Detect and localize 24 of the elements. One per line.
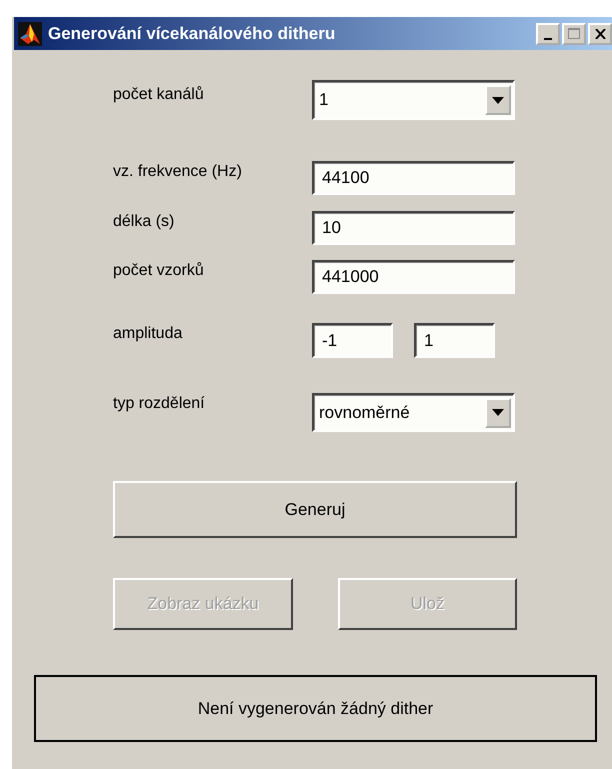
minimize-icon xyxy=(544,38,552,40)
field-label: amplituda xyxy=(113,324,184,343)
app-logo-icon xyxy=(18,22,42,46)
dropdown[interactable]: 1 xyxy=(312,80,515,120)
input-field[interactable]: 1 xyxy=(414,323,495,358)
dropdown-arrow-icon xyxy=(492,409,504,416)
input-field[interactable]: 441000 xyxy=(312,260,515,294)
input-field[interactable]: -1 xyxy=(312,323,393,358)
field-label: počet vzorků xyxy=(113,261,205,280)
input-field[interactable]: 44100 xyxy=(312,161,515,195)
status-message: Není vygenerován žádný dither xyxy=(34,675,597,742)
window-title: Generování vícekanálového ditheru xyxy=(48,24,336,44)
minimize-button[interactable] xyxy=(536,22,560,44)
field-label: typ rozdělení xyxy=(113,394,206,413)
close-icon xyxy=(594,28,606,38)
field-label: délka (s) xyxy=(113,212,176,231)
maximize-icon xyxy=(568,28,580,39)
close-button[interactable] xyxy=(588,22,612,44)
field-label: vz. frekvence (Hz) xyxy=(113,162,243,181)
input-field[interactable]: 10 xyxy=(312,211,515,245)
field-label: počet kanálů xyxy=(113,85,205,104)
dropdown[interactable]: rovnoměrné xyxy=(312,393,515,432)
dropdown-arrow-icon xyxy=(492,96,504,104)
generate-button[interactable]: Generuj xyxy=(113,481,517,538)
